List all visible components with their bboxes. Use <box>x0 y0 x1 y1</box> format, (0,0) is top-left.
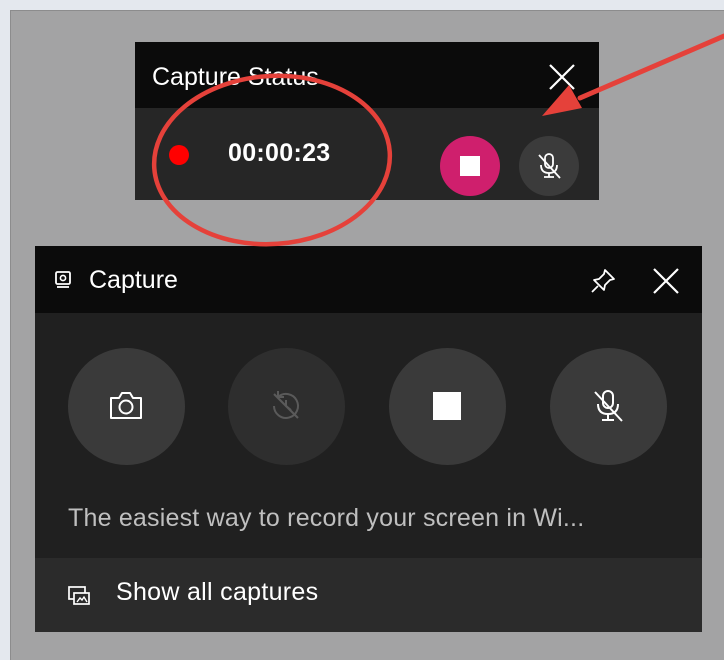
capture-header[interactable]: Capture <box>35 246 702 313</box>
show-all-captures-link[interactable]: Show all captures <box>35 558 702 632</box>
close-icon[interactable] <box>547 62 577 92</box>
gallery-icon <box>68 584 90 606</box>
stop-recording-button[interactable] <box>389 348 506 465</box>
mic-off-icon <box>594 390 623 422</box>
close-icon[interactable] <box>651 266 681 296</box>
mic-toggle-button[interactable] <box>550 348 667 465</box>
camera-icon <box>110 392 142 419</box>
capture-widget: Capture The easiest way to record your s… <box>35 246 702 632</box>
recording-dot-icon <box>169 145 189 165</box>
capture-description: The easiest way to record your screen in… <box>68 504 585 532</box>
mic-toggle-button[interactable] <box>519 136 579 196</box>
capture-widget-icon <box>54 271 72 289</box>
screenshot-button[interactable] <box>68 348 185 465</box>
record-last-icon <box>273 391 299 419</box>
mic-off-icon <box>538 153 561 179</box>
pin-icon[interactable] <box>588 266 618 296</box>
show-all-captures-label: Show all captures <box>116 578 319 606</box>
stop-icon <box>460 156 480 176</box>
stop-recording-button[interactable] <box>440 136 500 196</box>
stop-icon <box>433 392 461 420</box>
capture-title: Capture <box>89 266 178 294</box>
capture-status-widget: Capture Status 00:00:23 <box>135 42 599 200</box>
recording-timer: 00:00:23 <box>228 139 331 167</box>
capture-status-header[interactable]: Capture Status <box>135 42 599 108</box>
record-last-button[interactable] <box>228 348 345 465</box>
capture-status-title: Capture Status <box>152 63 319 91</box>
